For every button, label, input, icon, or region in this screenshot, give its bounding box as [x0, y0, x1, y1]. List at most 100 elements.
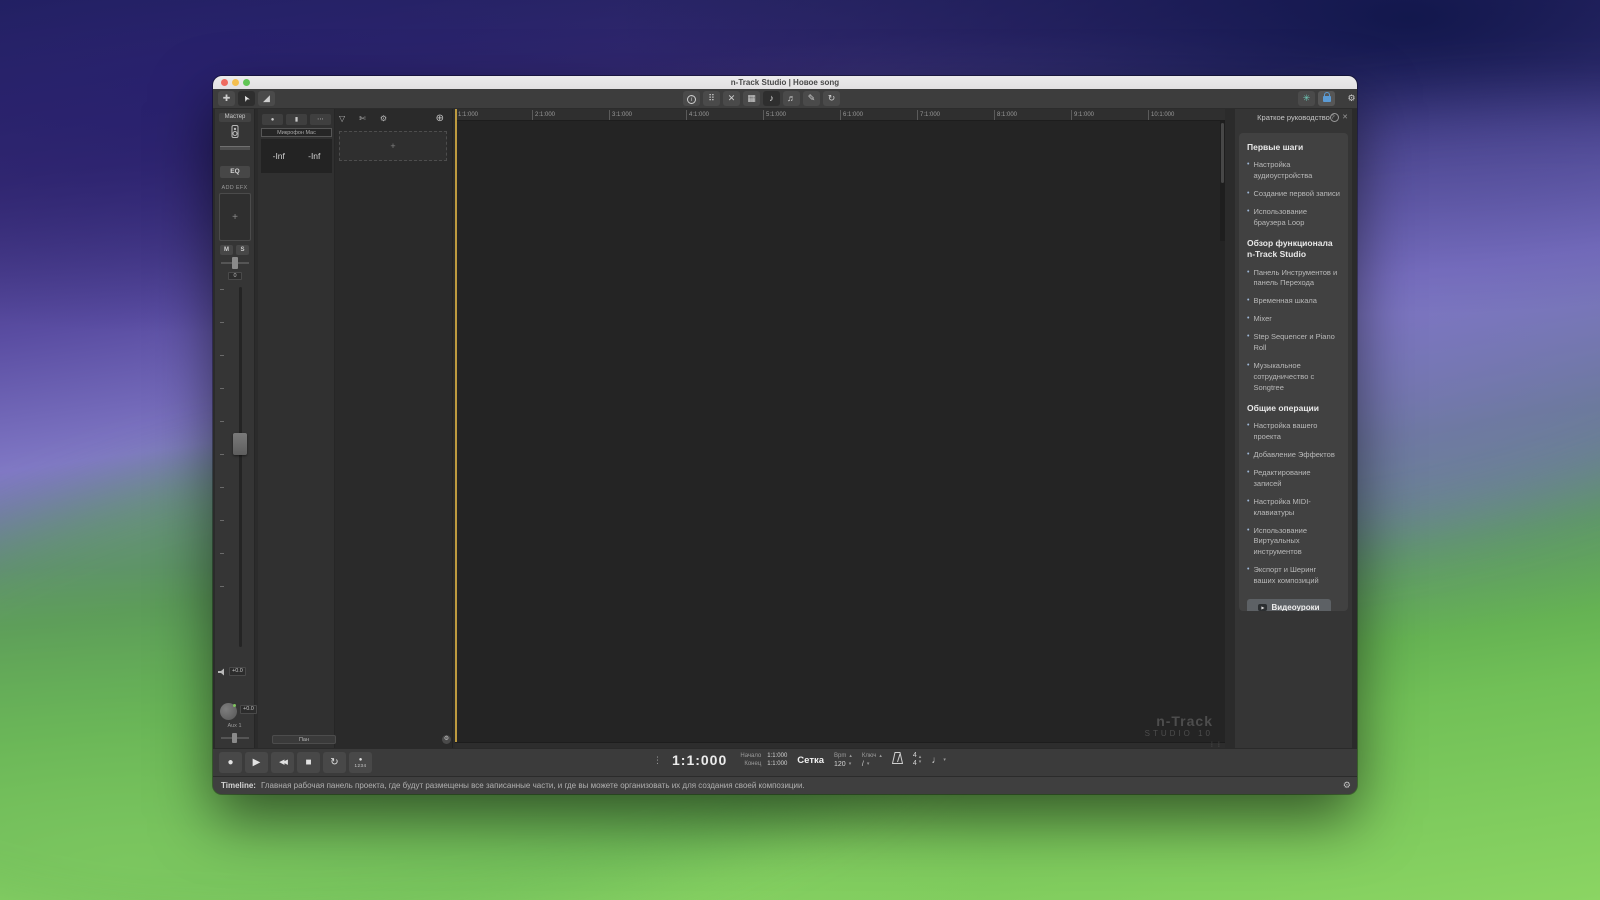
aux-slider-handle[interactable] — [232, 733, 237, 743]
guide-link[interactable]: •Создание первой записи — [1247, 189, 1340, 200]
time-display-options-icon[interactable]: ⋮ — [653, 755, 662, 766]
microphone-button[interactable]: ♪ — [763, 91, 780, 106]
bpm-stepper[interactable]: Bpm▴ 120▾ — [834, 753, 852, 768]
input-device-name[interactable]: Микрофон Mac — [261, 128, 332, 137]
key-value[interactable]: / — [862, 761, 864, 768]
guide-link-label[interactable]: Музыкальное сотрудничество с Songtree — [1253, 361, 1340, 394]
time-sig-top[interactable]: 4 — [913, 752, 917, 760]
loop-button[interactable]: ↻ — [323, 752, 346, 773]
keyboard-button[interactable]: ▦ — [743, 91, 760, 106]
guide-link-label[interactable]: Панель Инструментов и панель Перехода — [1253, 268, 1340, 290]
metronome-icon[interactable] — [892, 751, 903, 769]
draw-tool-button[interactable]: ✎ — [803, 91, 820, 106]
timeline-ruler[interactable]: 1:1:0002:1:0003:1:0004:1:0005:1:0006:1:0… — [455, 109, 1225, 121]
plugins-button[interactable]: ✳ — [1298, 91, 1315, 106]
metronome-count-button[interactable]: ● 1234 — [349, 752, 372, 773]
settings-button[interactable]: ⚙ — [1343, 91, 1357, 106]
up-arrow-icon[interactable]: ▴ — [879, 753, 882, 759]
crossfade-button[interactable]: ✕ — [723, 91, 740, 106]
output-gain-value[interactable]: +0.0 — [229, 667, 246, 676]
track-monitor-button[interactable]: ▮ — [286, 114, 307, 125]
add-effect-dropzone[interactable]: + — [219, 193, 251, 241]
aux-send-knob[interactable] — [220, 703, 237, 720]
guide-link[interactable]: •Использование Виртуальных инструментов — [1247, 526, 1340, 559]
start-value[interactable]: 1:1:000 — [767, 753, 787, 759]
playhead-cursor[interactable] — [455, 109, 457, 742]
guide-link[interactable]: •Панель Инструментов и панель Перехода — [1247, 268, 1340, 290]
volume-fader-handle[interactable] — [233, 433, 247, 455]
guide-link[interactable]: •Mixer — [1247, 314, 1340, 325]
note-value-selector[interactable]: ♩ ▾ — [931, 755, 946, 766]
guide-link[interactable]: •Добавление Эффектов — [1247, 450, 1340, 461]
guide-link-label[interactable]: Mixer — [1253, 314, 1271, 325]
guide-link-label[interactable]: Настройка вашего проекта — [1253, 421, 1340, 443]
vertical-scrollbar-handle[interactable] — [1221, 123, 1224, 183]
pan-slider-handle[interactable] — [232, 257, 238, 269]
down-arrow-icon[interactable]: ▾ — [867, 761, 870, 767]
filter-icon[interactable]: ▽ — [339, 114, 345, 123]
automation-param-selector[interactable]: Пан — [272, 735, 336, 744]
select-tool-button[interactable]: ➤ — [238, 91, 255, 106]
guide-close-icon[interactable]: ✕ — [1342, 113, 1348, 122]
track-more-button[interactable]: ⋯ — [310, 114, 331, 125]
aux-gain-value[interactable]: +0.0 — [240, 705, 257, 714]
add-track-button[interactable]: ⊕ — [436, 113, 444, 124]
key-stepper[interactable]: Ключ▴ /▾ — [862, 753, 882, 768]
guide-link[interactable]: •Экспорт и Шеринг ваших композиций — [1247, 565, 1340, 587]
guide-link-label[interactable]: Настройка аудиоустройства — [1253, 160, 1340, 182]
instrument-button[interactable]: ♬ — [783, 91, 800, 106]
up-arrow-icon[interactable]: ▴ — [849, 753, 852, 759]
mute-button[interactable]: M — [220, 245, 233, 255]
solo-button[interactable]: S — [236, 245, 249, 255]
timeline-area[interactable]: 1:1:0002:1:0003:1:0004:1:0005:1:0006:1:0… — [455, 109, 1225, 748]
guide-section-heading: Первые шаги — [1247, 142, 1340, 153]
down-arrow-icon[interactable]: ▾ — [849, 761, 852, 767]
guide-link-label[interactable]: Использование браузера Loop — [1253, 207, 1340, 229]
video-tutorials-button[interactable]: ▶ Видеоуроки — [1247, 599, 1331, 611]
eq-button[interactable]: EQ — [220, 166, 250, 178]
fade-tool-button[interactable]: ◢ — [258, 91, 275, 106]
end-value[interactable]: 1:1:000 — [767, 761, 787, 767]
guide-link[interactable]: •Настройка вашего проекта — [1247, 421, 1340, 443]
time-display[interactable]: 1:1:000 — [672, 752, 727, 768]
split-tool-icon[interactable]: ✄ — [359, 114, 366, 123]
guide-link[interactable]: •Временная шкала — [1247, 296, 1340, 307]
new-track-dropzone[interactable]: + — [339, 131, 447, 161]
guide-link[interactable]: •Музыкальное сотрудничество с Songtree — [1247, 361, 1340, 394]
guide-link-label[interactable]: Step Sequencer и Piano Roll — [1253, 332, 1340, 354]
automation-gear-icon[interactable]: ⚙ — [442, 735, 451, 744]
grid-button[interactable]: Сетка — [797, 755, 824, 766]
guide-help-icon[interactable]: ? — [1330, 113, 1339, 122]
rewind-button[interactable]: ◀◀ — [271, 752, 294, 773]
guide-link-label[interactable]: Редактирование записей — [1253, 468, 1340, 490]
guide-link-label[interactable]: Создание первой записи — [1253, 189, 1339, 200]
status-gear-icon[interactable]: ⚙ — [1343, 780, 1351, 791]
down-arrow-icon[interactable]: ▾ — [919, 760, 922, 765]
bpm-value[interactable]: 120 — [834, 761, 846, 768]
guide-link-label[interactable]: Экспорт и Шеринг ваших композиций — [1253, 565, 1340, 587]
sync-button[interactable]: ↻ — [823, 91, 840, 106]
step-sequencer-button[interactable]: ⠿ — [703, 91, 720, 106]
time-signature-control[interactable]: 4 4 ▴ ▾ — [913, 752, 921, 769]
unlock-features-button[interactable] — [1318, 91, 1335, 106]
guide-link-label[interactable]: Настройка MIDI-клавиатуры — [1253, 497, 1340, 519]
guide-link-label[interactable]: Добавление Эффектов — [1253, 450, 1334, 461]
vertical-scrollbar[interactable] — [1220, 121, 1225, 241]
stop-button[interactable]: ■ — [297, 752, 320, 773]
move-tool-button[interactable]: ✚ — [218, 91, 235, 106]
guide-link[interactable]: •Редактирование записей — [1247, 468, 1340, 490]
info-button[interactable]: i — [683, 91, 700, 106]
output-device-icon[interactable] — [229, 125, 241, 143]
track-record-arm-button[interactable]: ● — [262, 114, 283, 125]
guide-link-label[interactable]: Использование Виртуальных инструментов — [1253, 526, 1340, 559]
guide-link[interactable]: •Step Sequencer и Piano Roll — [1247, 332, 1340, 354]
guide-link[interactable]: •Настройка аудиоустройства — [1247, 160, 1340, 182]
timeline-canvas[interactable]: n-Track STUDIO 10 — [455, 121, 1225, 748]
track-settings-gear-icon[interactable]: ⚙ — [380, 114, 387, 123]
guide-link[interactable]: •Использование браузера Loop — [1247, 207, 1340, 229]
play-button[interactable]: ▶ — [245, 752, 268, 773]
guide-link-label[interactable]: Временная шкала — [1253, 296, 1316, 307]
time-sig-bottom[interactable]: 4 — [913, 760, 917, 768]
guide-link[interactable]: •Настройка MIDI-клавиатуры — [1247, 497, 1340, 519]
record-button[interactable]: ● — [219, 752, 242, 773]
